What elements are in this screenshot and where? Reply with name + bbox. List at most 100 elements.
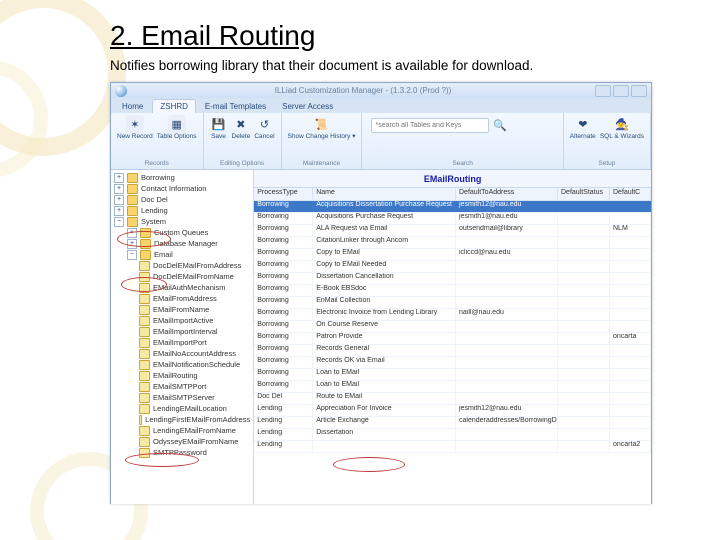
tree-label: Custom Queues	[154, 228, 208, 237]
minimize-button[interactable]	[595, 85, 611, 97]
tree-node[interactable]: +Contact Information	[111, 183, 253, 194]
tree-key[interactable]: EMailNoAccountAddress	[111, 348, 253, 359]
table-row[interactable]: LendingDissertation	[254, 429, 651, 441]
expand-icon[interactable]: −	[114, 217, 124, 227]
close-button[interactable]	[631, 85, 647, 97]
ribbon-tabs: Home ZSHRD E-mail Templates Server Acces…	[111, 98, 651, 113]
tree-key[interactable]: LendingFirstEMailFromAddress	[111, 414, 253, 425]
tree-key[interactable]: EMailFromAddress	[111, 293, 253, 304]
tree-key[interactable]: EMailNotificationSchedule	[111, 359, 253, 370]
table-row[interactable]: BorrowingLoan to EMail	[254, 369, 651, 381]
tree-node[interactable]: +Doc Del	[111, 194, 253, 205]
tree-key[interactable]: DocDelEMailFromAddress	[111, 260, 253, 271]
tree-navigator[interactable]: +Borrowing+Contact Information+Doc Del+L…	[111, 170, 254, 504]
table-row[interactable]: BorrowingPatron Provideoncarta	[254, 333, 651, 345]
table-row[interactable]: Doc DelRoute to EMail	[254, 393, 651, 405]
sql-wizards-button[interactable]: 🧙SQL & Wizards	[600, 115, 644, 141]
table-row[interactable]: LendingAppreciation For Invoicejesmith12…	[254, 405, 651, 417]
app-window: ILLiad Customization Manager - (1.3.2.0 …	[110, 82, 652, 504]
tree-key[interactable]: EMailAuthMechanism	[111, 282, 253, 293]
folder-icon	[140, 250, 151, 260]
tree-key[interactable]: EMailImportActive	[111, 315, 253, 326]
new-record-button[interactable]: ✶New Record	[117, 115, 153, 141]
table-row[interactable]: BorrowingRecords OK via Email	[254, 357, 651, 369]
table-row[interactable]: BorrowingE-Book EBSdoc	[254, 285, 651, 297]
expand-icon[interactable]: +	[114, 206, 124, 216]
table-row[interactable]: BorrowingDissertation Cancellation	[254, 273, 651, 285]
key-icon	[139, 393, 150, 403]
cancel-button[interactable]: ↺Cancel	[254, 115, 274, 141]
tree-key[interactable]: EMailSMTPServer	[111, 392, 253, 403]
table-row[interactable]: BorrowingOn Course Reserve	[254, 321, 651, 333]
tree-key[interactable]: EMailFromName	[111, 304, 253, 315]
col-name[interactable]: Name	[313, 188, 456, 200]
tree-key[interactable]: SMTPPassword	[111, 447, 253, 458]
tree-key[interactable]: EMailSMTPPort	[111, 381, 253, 392]
table-options-button[interactable]: ▦Table Options	[157, 115, 197, 141]
expand-icon[interactable]: +	[127, 239, 137, 249]
show-change-history-button[interactable]: 📜Show Change History ▾	[288, 115, 356, 141]
tab-home[interactable]: Home	[115, 100, 150, 113]
maximize-button[interactable]	[613, 85, 629, 97]
tree-key[interactable]: DocDelEMailFromName	[111, 271, 253, 282]
tree-key[interactable]: OdysseyEMailFromName	[111, 436, 253, 447]
table-row[interactable]: Lendingoncarta2	[254, 441, 651, 453]
folder-icon	[127, 206, 138, 216]
tree-node[interactable]: −System	[111, 216, 253, 227]
col-default-c[interactable]: DefaultC	[610, 188, 651, 200]
table-row[interactable]: BorrowingCopy to EMailicliccd@nau.edu	[254, 249, 651, 261]
table-row[interactable]: BorrowingAcquisitions Dissertation Purch…	[254, 201, 651, 213]
table-row[interactable]: BorrowingCopy to EMail Needed	[254, 261, 651, 273]
tab-email-templates[interactable]: E-mail Templates	[198, 100, 273, 113]
save-button[interactable]: 💾Save	[210, 115, 228, 141]
delete-button[interactable]: ✖Delete	[232, 115, 251, 141]
table-row[interactable]: BorrowingAcquisitions Purchase Requestje…	[254, 213, 651, 225]
table-row[interactable]: BorrowingRecords General	[254, 345, 651, 357]
app-orb-icon[interactable]	[115, 85, 127, 97]
search-button[interactable]: 🔍	[493, 119, 506, 132]
tree-key[interactable]: EMailImportInterval	[111, 326, 253, 337]
col-default-to[interactable]: DefaultToAddress	[456, 188, 558, 200]
folder-icon	[127, 184, 138, 194]
tree-key-label: LendingEMailLocation	[153, 404, 227, 413]
table-row[interactable]: BorrowingEnMail Collection	[254, 297, 651, 309]
tree-key-label: SMTPPassword	[153, 448, 207, 457]
expand-icon[interactable]: +	[127, 228, 137, 238]
ribbon-group-records: Records	[117, 160, 197, 167]
tree-key[interactable]: EMailImportPort	[111, 337, 253, 348]
table-row[interactable]: BorrowingCitationLinker through Ancom	[254, 237, 651, 249]
key-icon	[139, 382, 150, 392]
tree-key-label: EMailNoAccountAddress	[153, 349, 236, 358]
ribbon-group-editing: Editing Options	[210, 160, 275, 167]
tree-node[interactable]: − Email	[111, 249, 253, 260]
tree-label: Borrowing	[141, 173, 175, 182]
tree-node[interactable]: +Database Manager	[111, 238, 253, 249]
tree-node[interactable]: + Borrowing	[111, 172, 253, 183]
table-row[interactable]: BorrowingLoan to EMail	[254, 381, 651, 393]
key-icon	[139, 283, 150, 293]
expand-icon[interactable]: +	[114, 184, 124, 194]
tree-key[interactable]: EMailRouting	[111, 370, 253, 381]
expand-icon[interactable]: +	[114, 195, 124, 205]
table-title: EMailRouting	[254, 170, 651, 188]
search-input[interactable]	[371, 118, 489, 133]
alternate-button[interactable]: ❤Alternate	[570, 115, 596, 141]
tree-label: Email	[154, 250, 173, 259]
expand-icon[interactable]: +	[114, 173, 124, 183]
tree-key-label: EMailFromName	[153, 305, 209, 314]
table-row[interactable]: LendingArticle Exchangecalenderaddresses…	[254, 417, 651, 429]
tree-key[interactable]: LendingEMailLocation	[111, 403, 253, 414]
tab-server-access[interactable]: Server Access	[275, 100, 340, 113]
key-icon	[139, 272, 150, 282]
key-icon	[139, 327, 150, 337]
col-default-status[interactable]: DefaultStatus	[558, 188, 610, 200]
tree-key-label: EMailImportActive	[153, 316, 213, 325]
tree-key[interactable]: LendingEMailFromName	[111, 425, 253, 436]
col-process-type[interactable]: ProcessType	[254, 188, 313, 200]
tree-node[interactable]: + Custom Queues	[111, 227, 253, 238]
expand-icon[interactable]: −	[127, 250, 137, 260]
tree-node[interactable]: +Lending	[111, 205, 253, 216]
table-row[interactable]: BorrowingElectronic Invoice from Lending…	[254, 309, 651, 321]
table-row[interactable]: BorrowingALA Request via Emailoutsendmai…	[254, 225, 651, 237]
tab-zshare[interactable]: ZSHRD	[152, 99, 196, 113]
